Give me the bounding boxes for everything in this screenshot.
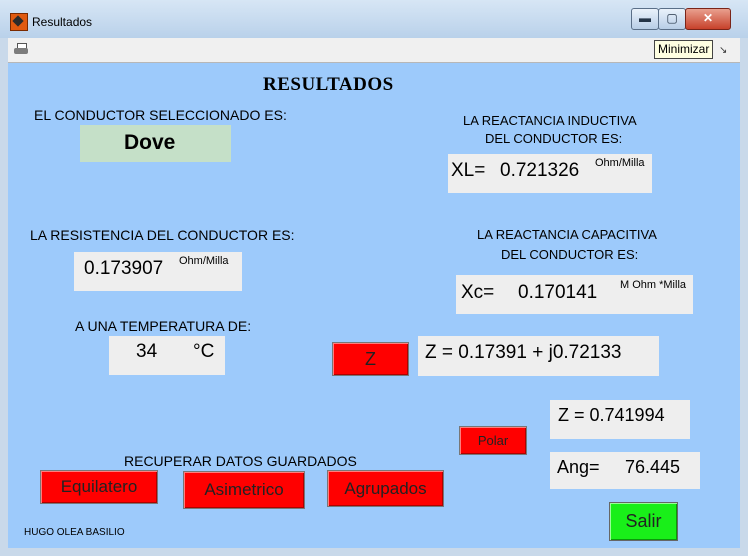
inductive-label-line1: LA REACTANCIA INDUCTIVA — [463, 113, 637, 128]
window-title: Resultados — [32, 15, 93, 29]
minimize-tooltip: Minimizar — [654, 40, 714, 59]
recover-label: RECUPERAR DATOS GUARDADOS — [124, 453, 357, 469]
inductive-label-line2: DEL CONDUCTOR ES: — [485, 131, 623, 146]
equilatero-button[interactable]: Equilatero — [40, 470, 158, 504]
toolbar — [8, 38, 740, 63]
xc-unit: M Ohm *Milla — [620, 279, 687, 291]
agrupados-button[interactable]: Agrupados — [327, 470, 444, 507]
xl-prefix: XL= — [451, 160, 486, 181]
conductor-value: Dove — [124, 131, 176, 154]
results-panel: RESULTADOS EL CONDUCTOR SELECCIONADO ES:… — [8, 63, 740, 548]
matlab-icon — [10, 13, 28, 31]
resistance-box: 0.173907 Ohm/Milla — [74, 252, 242, 291]
xc-value: 0.170141 — [518, 282, 598, 303]
capacitive-label-line1: LA REACTANCIA CAPACITIVA — [477, 227, 657, 242]
angle-prefix: Ang= — [557, 457, 600, 477]
z-button[interactable]: Z — [332, 342, 409, 376]
printer-body — [14, 48, 28, 54]
temperature-value: 34 — [136, 341, 158, 362]
z-mag-box: Z = 0.741994 — [550, 400, 690, 439]
xc-box: Xc= 0.170141 M Ohm *Milla — [456, 275, 693, 314]
polar-button[interactable]: Polar — [459, 426, 527, 455]
resistance-unit: Ohm/Milla — [179, 255, 229, 267]
title-bar: Resultados ▬ ▢ ✕ — [0, 0, 748, 38]
angle-box: Ang= 76.445 — [550, 452, 700, 489]
maximize-button[interactable]: ▢ — [658, 8, 686, 30]
resistance-label: LA RESISTENCIA DEL CONDUCTOR ES: — [30, 227, 295, 243]
temperature-label: A UNA TEMPERATURA DE: — [75, 318, 252, 334]
angle-value: 76.445 — [625, 457, 681, 477]
z-rectangular-value: Z = 0.17391 + j0.72133 — [425, 342, 622, 363]
z-magnitude-value: Z = 0.741994 — [558, 405, 665, 425]
z-rect-box: Z = 0.17391 + j0.72133 — [418, 336, 659, 376]
xc-prefix: Xc= — [461, 282, 495, 303]
xl-value: 0.721326 — [500, 160, 580, 181]
xl-unit: Ohm/Milla — [595, 157, 645, 169]
dock-arrow-icon[interactable]: ↘ — [719, 45, 727, 56]
asimetrico-button[interactable]: Asimetrico — [183, 471, 305, 509]
page-title: RESULTADOS — [263, 74, 394, 95]
printer-icon[interactable] — [14, 43, 28, 55]
results-window: Resultados ▬ ▢ ✕ Minimizar ↘ RESULTADOS … — [0, 0, 748, 556]
salir-button[interactable]: Salir — [609, 502, 678, 541]
conductor-label: EL CONDUCTOR SELECCIONADO ES: — [34, 107, 287, 123]
capacitive-label-line2: DEL CONDUCTOR ES: — [501, 247, 639, 262]
temperature-unit: °C — [193, 341, 215, 362]
conductor-box: Dove — [80, 125, 231, 162]
xl-box: XL= 0.721326 Ohm/Milla — [448, 154, 652, 193]
resistance-value: 0.173907 — [84, 258, 164, 279]
temperature-box: 34 °C — [109, 336, 225, 375]
close-button[interactable]: ✕ — [685, 8, 731, 30]
minimize-button[interactable]: ▬ — [631, 8, 659, 30]
author-label: HUGO OLEA BASILIO — [24, 527, 125, 538]
